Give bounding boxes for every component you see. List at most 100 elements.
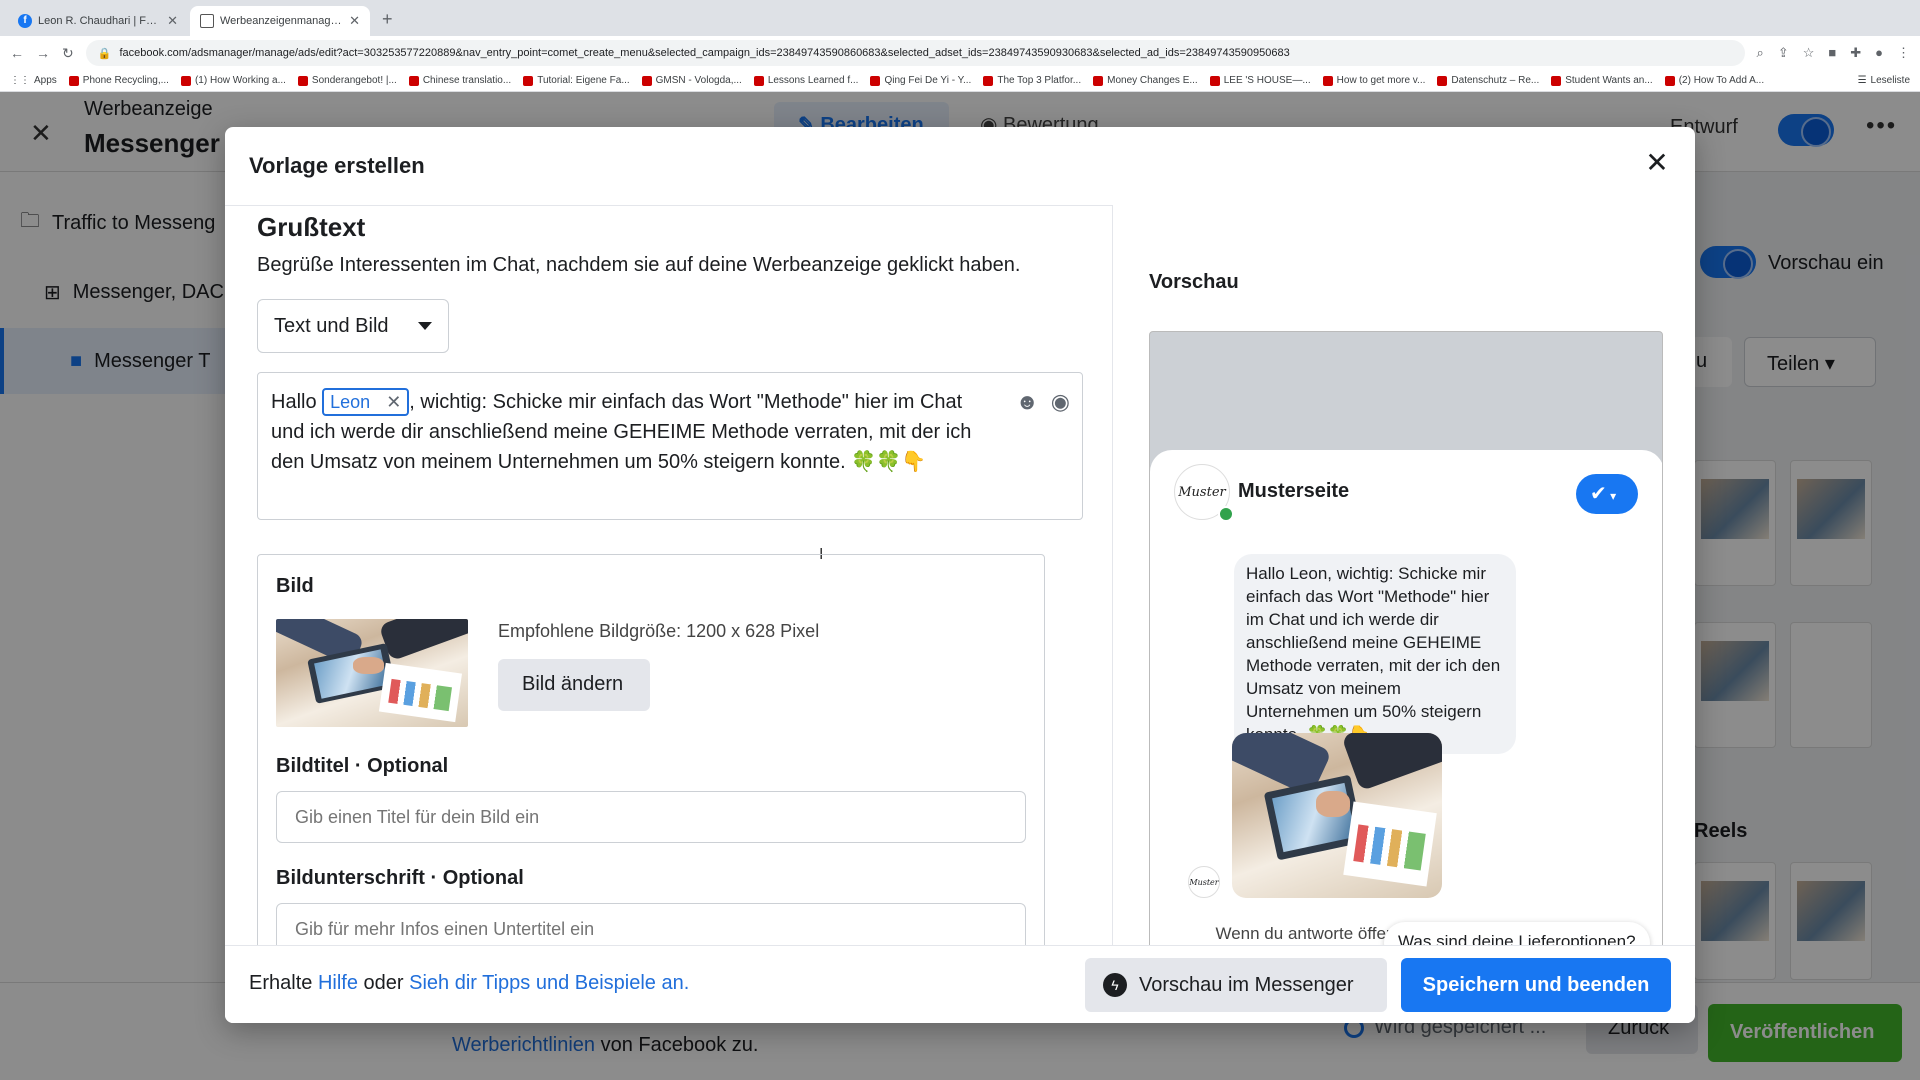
dialog-footer: Erhalte Hilfe oder Sieh dir Tipps und Be… <box>225 945 1695 1023</box>
close-icon[interactable]: ✕ <box>1639 145 1675 181</box>
help-middle: oder <box>363 972 404 994</box>
profile-icon[interactable]: ● <box>1875 45 1883 61</box>
bookmark-item[interactable]: Tutorial: Eigene Fa... <box>523 75 630 86</box>
bookmarks-bar: ⋮⋮ Apps Phone Recycling,... (1) How Worki… <box>0 70 1920 92</box>
create-template-dialog: Vorlage erstellen ✕ Grußtext Begrüße Int… <box>225 127 1695 1023</box>
forward-icon[interactable]: → <box>36 45 50 61</box>
messenger-preview: Muster Musterseite ✔ ▾ Hallo Leon, wicht… <box>1149 331 1663 971</box>
bookmark-item[interactable]: Student Wants an... <box>1551 75 1653 86</box>
bookmark-favicon-icon <box>983 75 994 86</box>
bookmark-item[interactable]: (1) How Working a... <box>180 75 286 86</box>
bookmark-item[interactable]: Phone Recycling,... <box>68 75 169 86</box>
tab-close-icon[interactable]: ✕ <box>349 13 360 29</box>
caret-down-icon <box>418 322 432 330</box>
zoom-icon[interactable]: ⌕ <box>1757 45 1764 61</box>
chat-window: Muster Musterseite ✔ ▾ Hallo Leon, wicht… <box>1150 450 1662 970</box>
image-thumbnail <box>276 619 468 727</box>
bookmark-item[interactable]: GMSN - Vologda,... <box>641 75 742 86</box>
template-form: Grußtext Begrüße Interessenten im Chat, … <box>225 205 1113 945</box>
bookmark-favicon-icon <box>641 75 652 86</box>
bookmark-item[interactable]: Sonderangebot! |... <box>297 75 397 86</box>
back-icon[interactable]: ← <box>10 45 24 61</box>
apps-grid-icon: ⋮⋮ <box>10 75 30 86</box>
bookmark-item[interactable]: Datenschutz – Re... <box>1437 75 1539 86</box>
button-label: Vorschau im Messenger <box>1139 973 1354 996</box>
tab-title: Werbeanzeigenmanager - Werb <box>220 15 343 27</box>
bookmark-label: Student Wants an... <box>1565 75 1653 86</box>
bookmark-favicon-icon <box>753 75 764 86</box>
facebook-favicon-icon: f <box>18 14 32 28</box>
url-field[interactable]: 🔒 facebook.com/adsmanager/manage/ads/edi… <box>85 40 1745 66</box>
menu-icon[interactable]: ⋮ <box>1897 45 1910 61</box>
preview-in-messenger-button[interactable]: ϟ Vorschau im Messenger <box>1085 958 1387 1012</box>
browser-tab-facebook[interactable]: f Leon R. Chaudhari | Facebook ✕ <box>8 6 188 36</box>
greeting-tools: ☻ ◉ <box>1016 387 1070 417</box>
label-text: Bildunterschrift <box>276 867 425 889</box>
recommended-size-text: Empfohlene Bildgröße: 1200 x 628 Pixel <box>498 621 820 641</box>
bookmark-apps[interactable]: ⋮⋮ Apps <box>10 75 57 86</box>
bookmark-label: Money Changes E... <box>1107 75 1198 86</box>
bookmark-favicon-icon <box>1437 75 1448 86</box>
bookmark-item[interactable]: (2) How To Add A... <box>1664 75 1764 86</box>
bookmark-favicon-icon <box>1664 75 1675 86</box>
dialog-header: Vorlage erstellen ✕ <box>225 127 1695 205</box>
puzzle-icon[interactable]: ✚ <box>1850 45 1861 61</box>
reading-list-label: Leseliste <box>1870 75 1910 86</box>
personalize-icon[interactable]: ◉ <box>1051 387 1070 417</box>
first-name-token[interactable]: Leon ✕ <box>322 388 410 416</box>
greeting-text-input[interactable]: Hallo Leon ✕, wichtig: Schicke mir einfac… <box>257 372 1083 520</box>
image-title-input[interactable] <box>276 791 1026 843</box>
url-text: facebook.com/adsmanager/manage/ads/edit?… <box>119 47 1290 59</box>
address-bar-icons: ⌕ ⇪ ☆ ■ ✚ ● ⋮ <box>1757 45 1910 61</box>
format-dropdown[interactable]: Text und Bild <box>257 299 449 353</box>
bookmark-label: How to get more v... <box>1336 75 1426 86</box>
change-image-button[interactable]: Bild ändern <box>498 659 650 711</box>
extension-icon[interactable]: ■ <box>1828 45 1836 61</box>
bookmark-item[interactable]: How to get more v... <box>1322 75 1426 86</box>
lock-icon: 🔒 <box>97 47 112 60</box>
tips-link[interactable]: Sieh dir Tipps und Beispiele an. <box>409 972 689 994</box>
save-and-finish-button[interactable]: Speichern und beenden <box>1401 958 1671 1012</box>
bookmark-item[interactable]: LEE 'S HOUSE—... <box>1209 75 1311 86</box>
preview-panel: Vorschau Muster Musterseite ✔ ▾ Hallo Le… <box>1113 205 1695 971</box>
bookmark-item[interactable]: Money Changes E... <box>1093 75 1198 86</box>
tab-title: Leon R. Chaudhari | Facebook <box>38 15 161 27</box>
new-tab-button[interactable]: + <box>372 9 403 36</box>
bookmark-item[interactable]: The Top 3 Platfor... <box>983 75 1081 86</box>
business-photo <box>276 619 468 727</box>
online-status-icon <box>1218 506 1234 522</box>
adsmanager-favicon-icon <box>200 14 214 28</box>
preview-label: Vorschau <box>1149 271 1239 293</box>
image-caption-label: Bildunterschrift · Optional <box>276 867 524 889</box>
share-icon[interactable]: ⇪ <box>1778 45 1789 61</box>
emoji-icon[interactable]: ☻ <box>1016 387 1039 417</box>
bookmark-item[interactable]: Qing Fei De Yi - Y... <box>870 75 971 86</box>
token-label: Leon <box>330 392 371 412</box>
message-bubble: Hallo Leon, wichtig: Schicke mir einfach… <box>1234 554 1516 754</box>
messenger-icon: ϟ <box>1103 973 1127 997</box>
bookmark-label: Datenschutz – Re... <box>1451 75 1540 86</box>
greeting-section-description: Begrüße Interessenten im Chat, nachdem s… <box>257 254 1021 276</box>
bookmark-favicon-icon <box>1209 75 1220 86</box>
bookmark-favicon-icon <box>1093 75 1104 86</box>
browser-tab-bar: f Leon R. Chaudhari | Facebook ✕ Werbean… <box>0 0 1920 36</box>
bookmark-label: GMSN - Vologda,... <box>655 75 742 86</box>
bookmark-label: Phone Recycling,... <box>82 75 169 86</box>
bookmark-item[interactable]: Chinese translatio... <box>408 75 511 86</box>
browser-tab-adsmanager[interactable]: Werbeanzeigenmanager - Werb ✕ <box>190 6 370 36</box>
verified-dropdown[interactable]: ✔ ▾ <box>1576 474 1638 514</box>
format-dropdown-value: Text und Bild <box>274 314 389 337</box>
bookmark-favicon-icon <box>297 75 308 86</box>
remove-token-icon[interactable]: ✕ <box>386 390 401 414</box>
image-caption-input[interactable] <box>276 903 1026 945</box>
bookmark-favicon-icon <box>523 75 534 86</box>
bookmark-label: Sonderangebot! |... <box>311 75 397 86</box>
tab-close-icon[interactable]: ✕ <box>167 13 178 29</box>
star-icon[interactable]: ☆ <box>1803 45 1815 61</box>
message-image <box>1232 733 1442 898</box>
bookmark-item[interactable]: Lessons Learned f... <box>753 75 858 86</box>
reload-icon[interactable]: ↻ <box>62 45 74 62</box>
reading-list[interactable]: ☰ Leseliste <box>1858 75 1910 86</box>
help-link[interactable]: Hilfe <box>318 972 358 994</box>
bookmark-favicon-icon <box>1322 75 1333 86</box>
